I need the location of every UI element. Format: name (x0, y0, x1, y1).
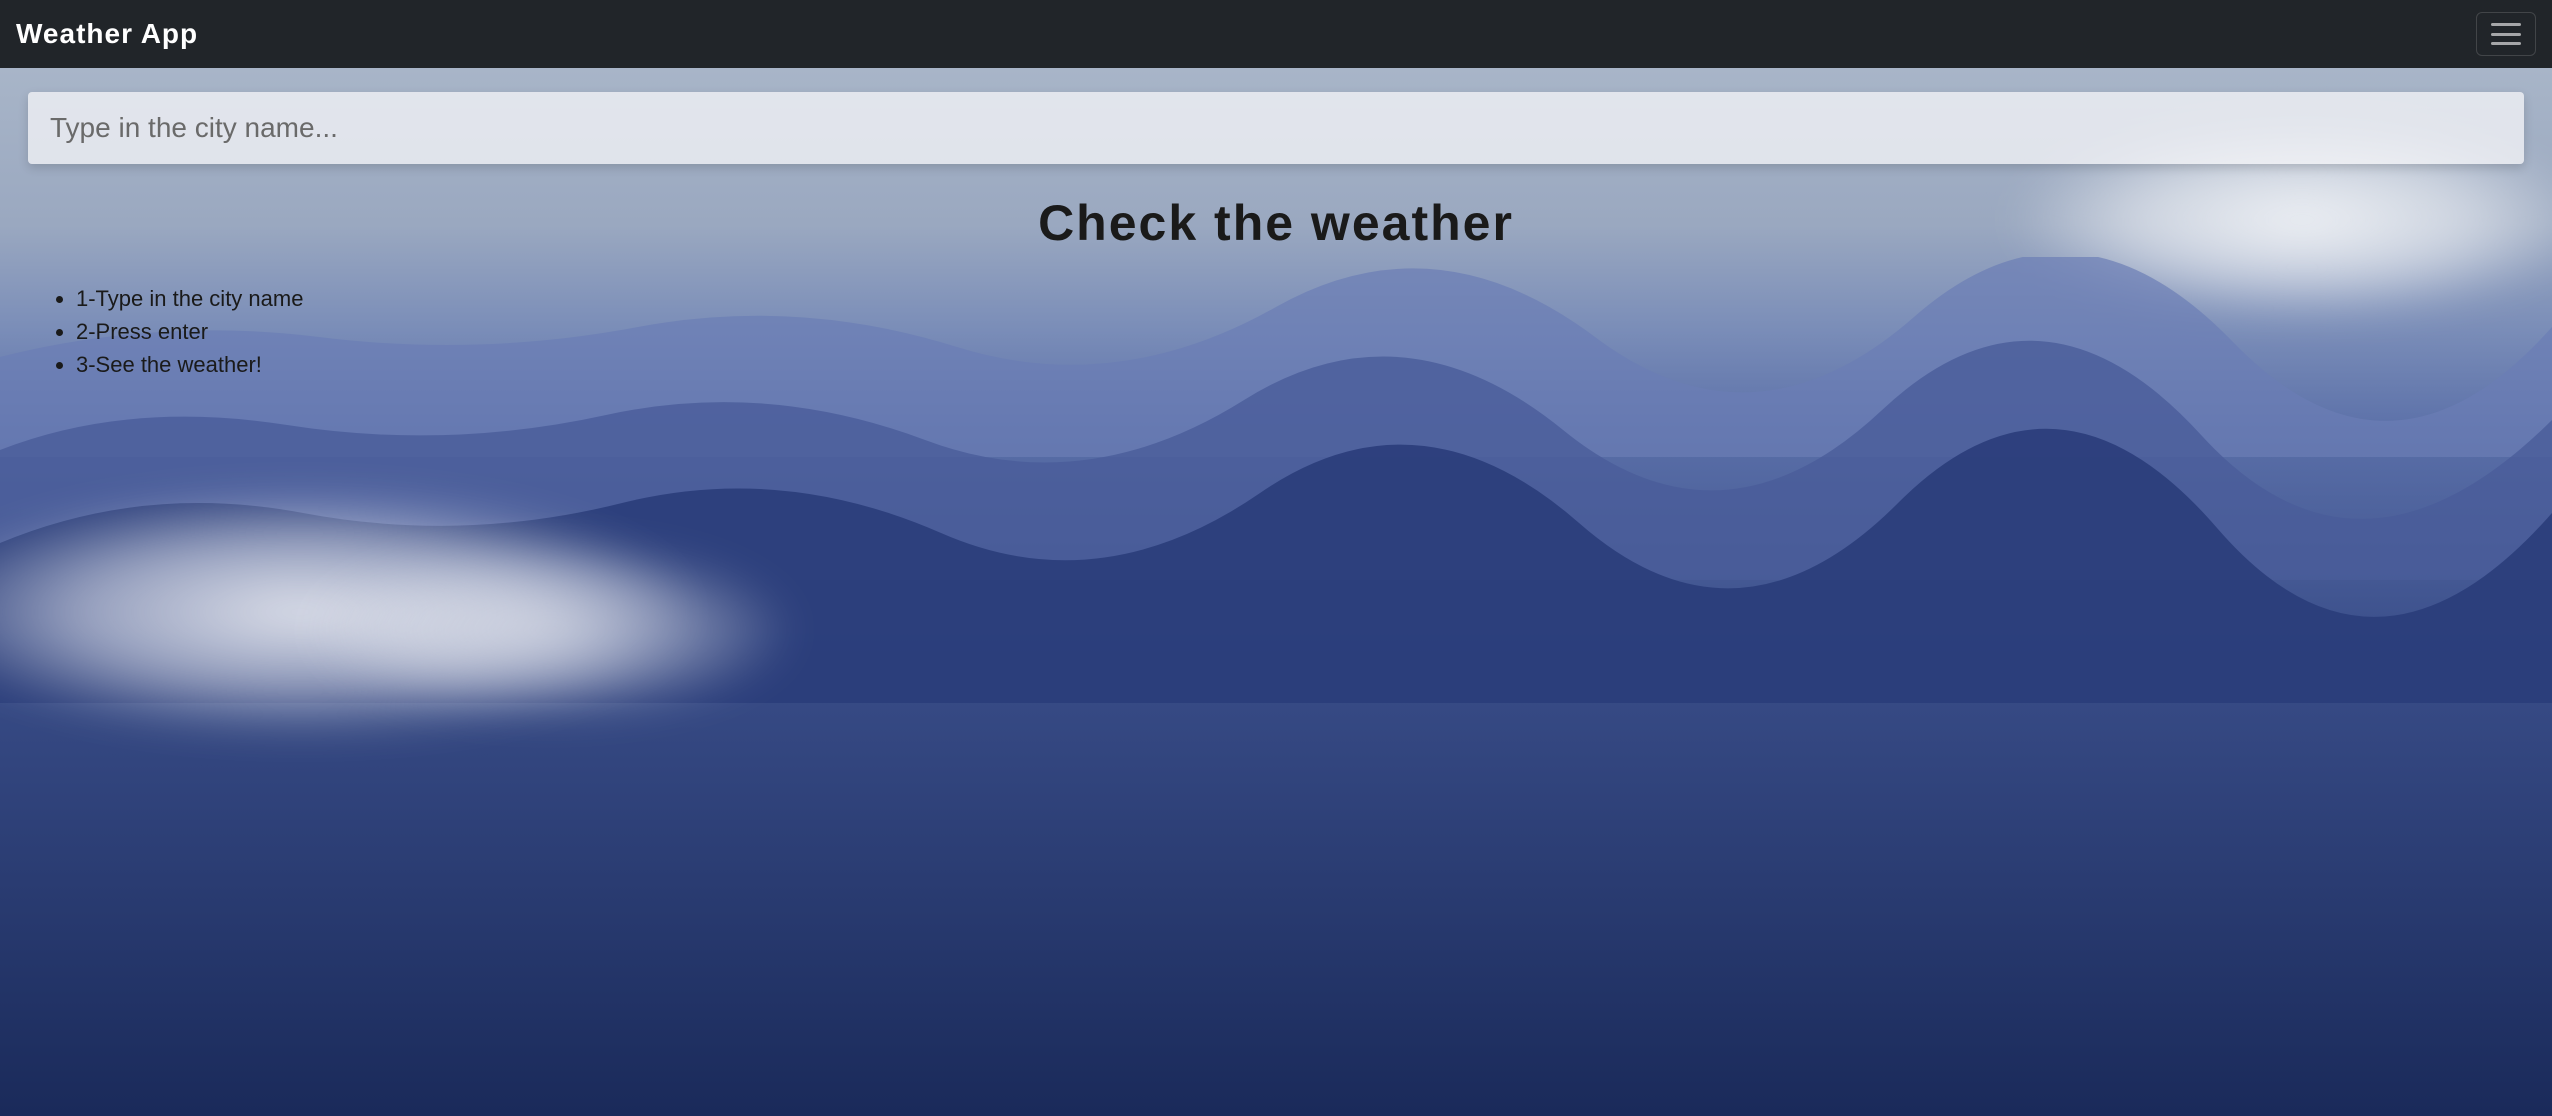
main-content: Check the weather 1-Type in the city nam… (0, 68, 2552, 405)
instructions-list: 1-Type in the city name 2-Press enter 3-… (28, 282, 2524, 381)
instruction-item: 2-Press enter (76, 315, 2524, 348)
hamburger-icon (2491, 23, 2521, 45)
instruction-item: 3-See the weather! (76, 348, 2524, 381)
instruction-item: 1-Type in the city name (76, 282, 2524, 315)
page-heading: Check the weather (28, 194, 2524, 252)
mountain-front-decoration (0, 403, 2552, 703)
navbar: Weather App (0, 0, 2552, 68)
city-search-input[interactable] (28, 92, 2524, 164)
cloud-decoration (0, 487, 700, 737)
cloud-decoration (300, 540, 800, 720)
app-brand[interactable]: Weather App (16, 18, 198, 50)
menu-toggle-button[interactable] (2476, 12, 2536, 56)
